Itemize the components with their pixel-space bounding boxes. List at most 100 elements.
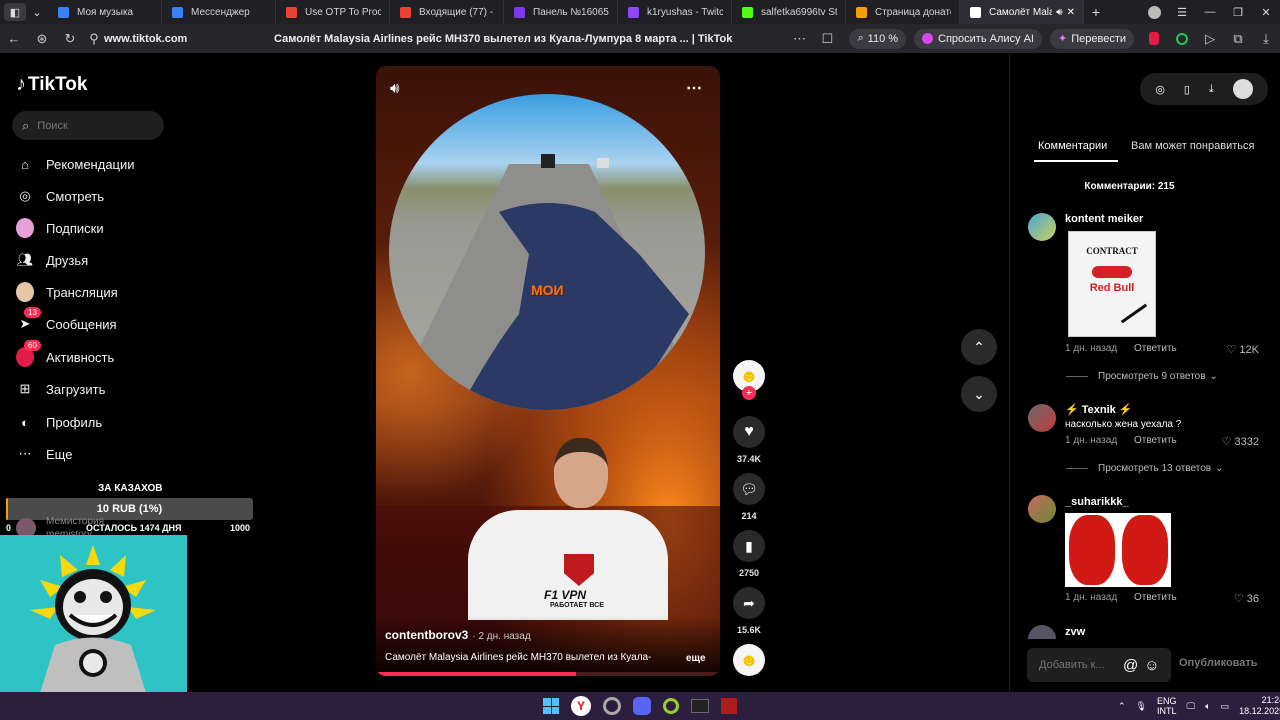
- sidebar-item-compass[interactable]: ◎ Смотреть: [16, 187, 104, 205]
- browser-tab[interactable]: salfetka6996tv Stream: [732, 0, 846, 24]
- sidebar-item-messages[interactable]: ➤ 13 Сообщения: [16, 307, 117, 333]
- publish-button[interactable]: Опубликовать: [1179, 657, 1258, 669]
- extension-green-icon[interactable]: [1168, 24, 1196, 53]
- heart-icon[interactable]: ♥: [733, 416, 765, 448]
- follow-plus-icon[interactable]: +: [742, 386, 756, 400]
- tray-expand-icon[interactable]: ⌃: [1118, 701, 1126, 712]
- chrome-icon[interactable]: [603, 697, 621, 715]
- bookmark-icon[interactable]: ☐: [813, 24, 841, 53]
- avatar[interactable]: [1028, 625, 1056, 639]
- comment-author[interactable]: zvw: [1065, 626, 1085, 638]
- reload-icon[interactable]: ↻: [56, 24, 84, 53]
- microphone-icon[interactable]: 🎙︎: [1136, 701, 1147, 712]
- emoji-icon[interactable]: ☺: [1144, 657, 1159, 674]
- windows-start-icon[interactable]: [543, 698, 559, 714]
- search-input[interactable]: [37, 119, 148, 132]
- alice-button[interactable]: Спросить Алису AI: [914, 28, 1042, 49]
- url-text[interactable]: www.tiktok.com: [104, 33, 274, 45]
- terminal-icon[interactable]: [691, 699, 709, 713]
- comment-icon[interactable]: 💬︎: [733, 473, 765, 505]
- downloads-icon[interactable]: ⤓: [1252, 24, 1280, 53]
- sidebar-item-more[interactable]: ⋯ Еще: [16, 445, 73, 463]
- sidebar-item-friends[interactable]: 👥︎ Друзья: [16, 251, 88, 269]
- extensions-icon[interactable]: ⧉: [1224, 24, 1252, 53]
- comment-author[interactable]: kontent meiker: [1065, 213, 1143, 225]
- translate-button[interactable]: ✦ Перевести: [1050, 28, 1134, 49]
- download-icon[interactable]: ⤓: [1209, 83, 1214, 96]
- prev-video-button[interactable]: ⌃: [961, 329, 997, 365]
- minimize-button[interactable]: —: [1196, 0, 1224, 24]
- yandex-browser-icon[interactable]: Y: [571, 696, 591, 716]
- account-icon[interactable]: [1140, 0, 1168, 24]
- lock-icon[interactable]: ⚲: [84, 24, 104, 53]
- back-arrow-icon[interactable]: ←: [0, 24, 28, 53]
- browser-tab[interactable]: k1ryushas - Twitch: [618, 0, 732, 24]
- author-name[interactable]: contentborov3: [385, 628, 468, 642]
- clock[interactable]: 21:2418.12.2025: [1239, 695, 1280, 717]
- sidebar-item-home[interactable]: ⌂ Рекомендации: [16, 155, 134, 173]
- language-indicator[interactable]: ENG INTL: [1157, 696, 1177, 716]
- menu-icon[interactable]: ☰: [1168, 0, 1196, 24]
- protect-icon[interactable]: ⊛: [28, 24, 56, 53]
- comment-input[interactable]: [1039, 659, 1119, 671]
- tiktok-logo[interactable]: ♪ TikTok: [16, 73, 87, 96]
- more-dots-icon[interactable]: ⋯: [785, 24, 813, 53]
- tab-you-may-like[interactable]: Вам может понравиться: [1131, 140, 1254, 152]
- avatar[interactable]: [1028, 213, 1056, 241]
- tab-audio-icon[interactable]: 🔊︎: [1056, 7, 1062, 18]
- app-green-icon[interactable]: [663, 698, 679, 714]
- tabs-dropdown-icon[interactable]: ⌄: [26, 0, 48, 24]
- battery-icon[interactable]: ▭: [1221, 701, 1230, 712]
- comment-action[interactable]: 💬︎ 214: [732, 473, 766, 521]
- reply-button[interactable]: Ответить: [1134, 343, 1177, 354]
- coins-icon[interactable]: ◎: [1155, 83, 1165, 96]
- video-more-icon[interactable]: ⋯: [686, 78, 702, 98]
- comment-like[interactable]: ♡ 12K: [1227, 343, 1260, 356]
- video-player[interactable]: МОИ F1 VPN РАБОТАЕТ ВСЕ 🔊︎ ⋯ contentboro…: [376, 66, 720, 676]
- mention-icon[interactable]: @: [1123, 657, 1138, 674]
- comment-like[interactable]: ♡ 3332: [1222, 435, 1259, 448]
- next-video-button[interactable]: ⌄: [961, 376, 997, 412]
- extension-play-icon[interactable]: ▷: [1196, 24, 1224, 53]
- tab-close-icon[interactable]: ✕: [1067, 7, 1075, 18]
- close-window-button[interactable]: ✕: [1252, 0, 1280, 24]
- browser-tab[interactable]: Входящие (77) - bigp: [390, 0, 504, 24]
- browser-tab[interactable]: Мессенджер: [162, 0, 276, 24]
- share-action[interactable]: ➦ 15.6K: [732, 587, 766, 635]
- browser-tab[interactable]: Самолёт Malay 🔊︎ ✕: [960, 0, 1084, 24]
- save-action[interactable]: ▮ 2750: [732, 530, 766, 578]
- device-icon[interactable]: ▯: [1184, 83, 1190, 96]
- sound-disc[interactable]: ☻: [732, 644, 766, 676]
- like-action[interactable]: ♥ 37.4K: [732, 416, 766, 464]
- video-progress-bar[interactable]: [376, 672, 720, 676]
- tab-comments[interactable]: Комментарии: [1038, 140, 1107, 152]
- volume-icon[interactable]: 🔊︎: [390, 80, 399, 97]
- comment-input-box[interactable]: @ ☺: [1027, 648, 1171, 682]
- discord-icon[interactable]: [633, 697, 651, 715]
- browser-tab[interactable]: Панель №1606523 |: [504, 0, 618, 24]
- sidebar-toggle-icon[interactable]: ◧: [4, 3, 26, 21]
- avatar[interactable]: [1232, 79, 1253, 99]
- reply-button[interactable]: Ответить: [1134, 592, 1177, 603]
- sidebar-item-profile[interactable]: ◐ Профиль: [16, 413, 102, 431]
- browser-tab[interactable]: Use OTP To Proceed: [276, 0, 390, 24]
- reply-button[interactable]: Ответить: [1134, 435, 1177, 446]
- browser-tab[interactable]: Моя музыка: [48, 0, 162, 24]
- comment-author[interactable]: _suharikkk_: [1065, 496, 1129, 508]
- caption-more-link[interactable]: еще: [686, 653, 706, 664]
- search-box[interactable]: ⌕: [12, 111, 164, 140]
- avatar[interactable]: [1028, 495, 1056, 523]
- dota-icon[interactable]: [721, 698, 737, 714]
- network-icon[interactable]: 🖵︎: [1187, 701, 1196, 712]
- comment-like[interactable]: ♡ 36: [1234, 592, 1259, 605]
- zoom-indicator[interactable]: ⌕ 110 %: [849, 28, 907, 49]
- comment-author[interactable]: ⚡ Texnik ⚡: [1065, 403, 1133, 416]
- music-disc-icon[interactable]: ☻: [733, 644, 765, 676]
- share-icon[interactable]: ➦: [733, 587, 765, 619]
- avatar[interactable]: [1028, 404, 1056, 432]
- bookmark-icon[interactable]: ▮: [733, 530, 765, 562]
- sidebar-item-activity[interactable]: 60 Активность: [16, 340, 114, 367]
- creator-avatar[interactable]: ☻ +: [732, 360, 766, 400]
- browser-tab[interactable]: Страница донатов -: [846, 0, 960, 24]
- new-tab-button[interactable]: +: [1084, 0, 1108, 24]
